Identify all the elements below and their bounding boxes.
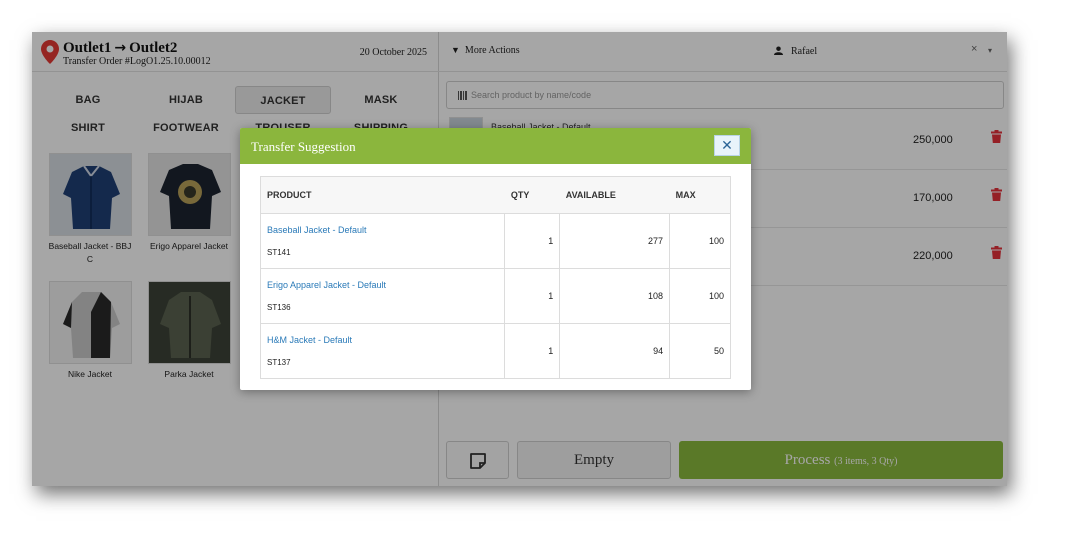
qty-cell: 1 — [504, 213, 561, 269]
column-max: MAX — [669, 176, 731, 214]
available-cell: 108 — [559, 268, 671, 324]
modal-title: Transfer Suggestion — [251, 139, 356, 154]
product-link[interactable]: H&M Jacket - Default — [267, 335, 504, 345]
table-header-row: PRODUCT QTY AVAILABLE MAX — [259, 176, 731, 214]
table-row: Baseball Jacket - Default ST141 1 277 10… — [259, 213, 731, 269]
modal-header: Transfer Suggestion ✕ — [240, 128, 751, 164]
column-product: PRODUCT — [259, 176, 505, 214]
qty-cell: 1 — [504, 268, 561, 324]
transfer-suggestion-modal: Transfer Suggestion ✕ PRODUCT QTY AVAILA… — [240, 128, 751, 390]
product-sku: ST136 — [267, 303, 291, 312]
available-cell: 277 — [559, 213, 671, 269]
max-cell: 100 — [669, 213, 731, 269]
product-sku: ST137 — [267, 358, 291, 367]
max-cell: 50 — [669, 323, 731, 379]
column-qty: QTY — [504, 176, 560, 214]
product-sku: ST141 — [267, 248, 291, 257]
suggestion-table: PRODUCT QTY AVAILABLE MAX Baseball Jacke… — [259, 176, 731, 379]
product-cell: Baseball Jacket - Default ST141 — [259, 213, 506, 269]
product-cell: Erigo Apparel Jacket - Default ST136 — [259, 268, 506, 324]
table-row: H&M Jacket - Default ST137 1 94 50 — [259, 323, 731, 379]
available-cell: 94 — [559, 323, 671, 379]
max-cell: 100 — [669, 268, 731, 324]
close-button[interactable]: ✕ — [714, 135, 740, 156]
qty-cell: 1 — [504, 323, 561, 379]
product-link[interactable]: Baseball Jacket - Default — [267, 225, 504, 235]
column-available: AVAILABLE — [559, 176, 670, 214]
product-link[interactable]: Erigo Apparel Jacket - Default — [267, 280, 504, 290]
product-cell: H&M Jacket - Default ST137 — [259, 323, 506, 379]
table-row: Erigo Apparel Jacket - Default ST136 1 1… — [259, 268, 731, 324]
